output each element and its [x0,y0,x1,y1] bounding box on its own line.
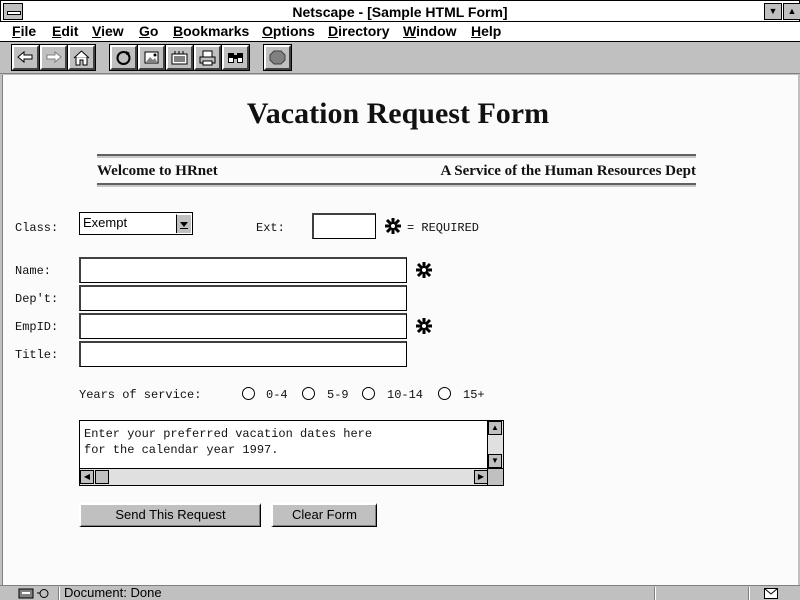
window-title: Netscape - [Sample HTML Form] [292,4,508,20]
radio-label-5-9: 5-9 [327,388,349,402]
menu-edit[interactable]: Edit [52,23,78,39]
send-request-button[interactable]: Send This Request [79,503,261,527]
required-star-icon [385,218,401,234]
maximize-button[interactable]: ▲ [783,3,800,20]
back-button[interactable] [11,44,40,71]
menu-file[interactable]: File [12,23,36,39]
ext-label: Ext: [256,221,285,235]
reload-icon [116,51,131,65]
radio-years-10-14[interactable] [362,387,375,400]
ext-input[interactable] [312,213,376,239]
back-icon [17,50,33,64]
images-button[interactable] [137,44,166,71]
years-label: Years of service: [79,388,202,402]
radio-years-0-4[interactable] [242,387,255,400]
vacation-dates-textarea[interactable]: Enter your preferred vacation dates here… [79,420,504,486]
status-divider [58,587,60,600]
required-star-icon [416,318,432,334]
radio-label-15-plus: 15+ [463,388,485,402]
name-input[interactable] [79,257,407,283]
scroll-thumb[interactable] [95,470,109,484]
scroll-down-icon[interactable]: ▼ [488,454,502,468]
menu-bar: File Edit View Go Bookmarks Options Dire… [0,22,800,42]
textarea-text: Enter your preferred vacation dates here… [84,427,373,457]
scroll-left-icon[interactable]: ◀ [80,470,94,484]
scroll-up-icon[interactable]: ▲ [488,421,502,435]
stop-icon [269,50,286,65]
scrollbar-corner [487,468,503,485]
reload-button[interactable] [109,44,138,71]
vertical-scrollbar[interactable]: ▲ ▼ [487,421,503,468]
status-bar: Document: Done [0,585,800,600]
home-button[interactable] [67,44,96,71]
menu-options[interactable]: Options [262,23,315,39]
menu-bookmarks[interactable]: Bookmarks [173,23,249,39]
class-label: Class: [15,221,59,235]
radio-years-5-9[interactable] [302,387,315,400]
page-content: Vacation Request Form Welcome to HRnet A… [2,75,798,585]
print-button[interactable] [193,44,222,71]
horizontal-scrollbar[interactable]: ◀ ▶ [80,468,488,485]
name-label: Name: [15,264,52,278]
title-bar: Netscape - [Sample HTML Form] ▼ ▲ [0,0,800,22]
service-text: A Service of the Human Resources Dept [440,163,696,179]
menu-directory[interactable]: Directory [328,23,389,39]
menu-view[interactable]: View [92,23,124,39]
empid-label: EmpID: [15,320,59,334]
radio-label-0-4: 0-4 [266,388,288,402]
radio-years-15-plus[interactable] [438,387,451,400]
images-icon [144,51,159,64]
dept-label: Dep't: [15,292,59,306]
mail-icon[interactable] [764,588,778,599]
home-icon [73,50,90,66]
empid-input[interactable] [79,313,407,339]
print-icon [199,50,216,66]
menu-window[interactable]: Window [403,23,457,39]
welcome-text: Welcome to HRnet [97,163,218,179]
stop-button[interactable] [263,44,292,71]
title-input[interactable] [79,341,407,367]
open-button[interactable] [165,44,194,71]
status-text: Document: Done [64,585,162,600]
class-select[interactable]: Exempt [79,212,193,235]
forward-button[interactable] [39,44,68,71]
menu-go[interactable]: Go [139,23,158,39]
required-star-icon [416,262,432,278]
class-selected-value: Exempt [83,215,128,230]
status-divider [748,587,750,600]
find-icon [228,53,243,63]
status-divider [654,587,656,600]
security-key-icon [18,588,49,599]
radio-label-10-14: 10-14 [387,388,424,402]
menu-help[interactable]: Help [471,23,501,39]
dept-input[interactable] [79,285,407,311]
required-note: = REQUIRED [407,221,480,235]
clear-form-button[interactable]: Clear Form [271,503,377,527]
title-label: Title: [15,348,59,362]
toolbar [0,42,800,74]
scroll-right-icon[interactable]: ▶ [474,470,488,484]
divider-bottom [97,183,696,187]
page-title: Vacation Request Form [246,97,550,130]
divider-top [97,154,696,158]
forward-icon [46,50,62,64]
minimize-button[interactable]: ▼ [764,3,782,20]
dropdown-arrow-icon[interactable] [176,214,191,233]
open-icon [171,51,188,65]
find-button[interactable] [221,44,250,71]
